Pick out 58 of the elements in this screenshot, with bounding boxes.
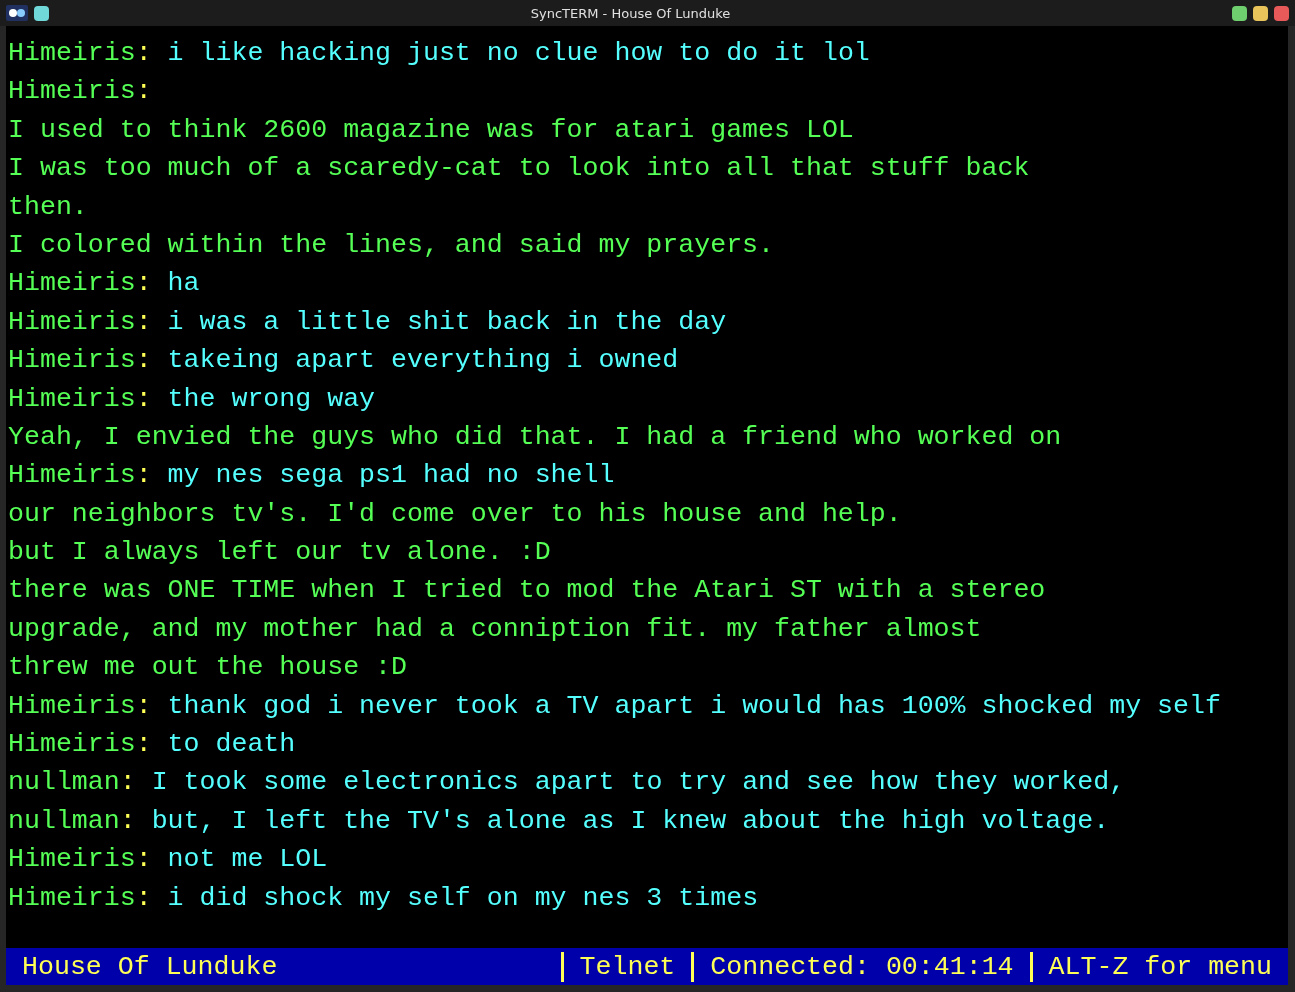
status-text: Telnet	[560, 951, 692, 982]
user-name: Himeiris	[8, 75, 136, 109]
chat-message: Yeah, I envied the guys who did that. I had a friend who worked on	[8, 420, 1062, 454]
user-name: Himeiris	[8, 37, 136, 70]
chat-message: i was a little shit back in the day	[167, 305, 727, 339]
window-menu-button[interactable]	[34, 5, 49, 21]
user-name: Himeiris	[8, 459, 136, 493]
colon: :	[135, 267, 152, 301]
chat-message: I was too much of a scaredy-cat to look into all that stuff back	[8, 152, 1030, 186]
user-name: nullman	[8, 766, 120, 800]
chat-message: I used to think 2600 magazine was for atari games LOL	[8, 113, 854, 147]
user-name: Himeiris	[8, 689, 136, 723]
chat-message: I took some electronics apart to try and see how they worked,	[151, 766, 1126, 800]
status-text: ALT-Z for menu	[1029, 951, 1288, 982]
colon: :	[135, 843, 152, 877]
user-name: Himeiris	[8, 267, 136, 301]
chat-message: but I always left our tv alone. :D	[8, 536, 551, 570]
chat-message: i did shock my self on my nes 3 times	[167, 881, 759, 915]
colon: :	[135, 305, 152, 339]
chat-message: our neighbors tv's. I'd come over to his house and help.	[8, 497, 902, 531]
user-name: nullman	[8, 804, 120, 838]
maximize-button[interactable]	[1253, 5, 1268, 21]
colon: :	[135, 459, 152, 493]
user-name: Himeiris	[8, 728, 136, 762]
colon: :	[119, 804, 136, 838]
status-text: House Of Lunduke	[21, 951, 279, 982]
minimize-button[interactable]	[1232, 5, 1247, 21]
chat-message: the wrong way	[167, 382, 376, 416]
user-name: Himeiris	[8, 881, 136, 915]
colon: :	[135, 37, 152, 70]
colon: :	[135, 75, 152, 109]
chat-message: to death	[167, 728, 296, 762]
colon: :	[135, 382, 152, 416]
chat-message: i like hacking just no clue how to do it lol	[167, 37, 870, 70]
app-logo-icon	[6, 5, 28, 21]
chat-message: I colored within the lines, and said my prayers.	[8, 228, 775, 262]
chat-message: but, I left the TV's alone as I knew about the high voltage.	[151, 804, 1110, 838]
window-title: SyncTERM - House Of Lunduke	[530, 5, 731, 21]
chat-message: then.	[8, 190, 88, 224]
status-text: Connected: 00:41:14	[691, 951, 1030, 982]
user-name: Himeiris	[8, 843, 136, 877]
user-name: Himeiris	[8, 382, 136, 416]
colon: :	[135, 881, 152, 915]
colon: :	[135, 689, 152, 723]
colon: :	[119, 766, 136, 800]
colon: :	[135, 728, 152, 762]
colon: :	[135, 344, 152, 378]
chat-message: not me LOL	[167, 843, 328, 877]
chat-message: takeing apart everything i owned	[167, 344, 679, 378]
chat-message: threw me out the house :D	[8, 651, 407, 685]
chat-message: my nes sega ps1 had no shell	[167, 459, 615, 493]
chat-message: thank god i never took a TV apart i would has 100% shocked my self	[167, 689, 1221, 723]
close-button[interactable]	[1274, 5, 1289, 21]
user-name: Himeiris	[8, 305, 136, 339]
chat-message: upgrade, and my mother had a conniption fit. my father almost	[8, 612, 982, 646]
chat-message: ha	[167, 267, 200, 301]
chat-message: there was ONE TIME when I tried to mod the Atari ST with a stereo	[8, 574, 1046, 608]
user-name: Himeiris	[8, 344, 136, 378]
